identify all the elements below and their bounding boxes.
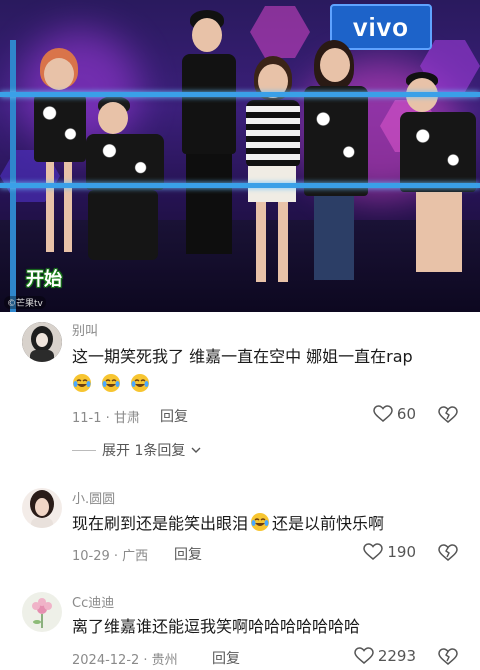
comment-item: Cc迪迪 离了维嘉谁还能逗我笑啊哈哈哈哈哈哈哈 2024-12-2 · 贵州 回… (0, 588, 480, 669)
avatar-flower-icon (22, 592, 62, 632)
like-count: 190 (387, 543, 416, 561)
like-button[interactable]: 60 (373, 405, 416, 423)
comment-date-location: 11-1 · 甘肃 (72, 411, 140, 426)
performer (396, 72, 480, 288)
avatar[interactable] (22, 488, 62, 528)
broken-heart-icon (438, 406, 458, 423)
like-button[interactable]: 190 (363, 543, 416, 561)
comment-username[interactable]: 小.圆圆 (72, 488, 115, 507)
performer (176, 10, 240, 260)
divider-line (72, 449, 96, 451)
ring-rope (0, 183, 480, 188)
comment-item: 小.圆圆 现在刷到还是能笑出眼泪 还是以前快乐啊 10-29 · 广西 回复 19… (0, 484, 480, 580)
comment-username[interactable]: Cc迪迪 (72, 592, 114, 611)
chevron-down-icon (191, 447, 201, 453)
like-button[interactable]: 2293 (354, 647, 416, 665)
laugh-cry-emoji-icon (131, 374, 150, 392)
avatar-portrait-icon (22, 488, 62, 528)
reply-button[interactable]: 回复 (160, 406, 188, 426)
ring-rope (0, 92, 480, 97)
heart-icon (354, 647, 374, 664)
like-count: 60 (396, 405, 416, 423)
like-count: 2293 (377, 647, 416, 665)
broken-heart-icon (438, 544, 458, 561)
comment-date-location: 2024-12-2 · 贵州 (72, 653, 178, 668)
comment-text: 离了维嘉谁还能逗我笑啊哈哈哈哈哈哈哈 (72, 617, 361, 636)
video-frame[interactable]: vivo 开始 ©芒果tv (0, 0, 480, 312)
heart-icon (373, 405, 393, 422)
video-caption: 开始 (26, 269, 62, 290)
expand-replies-label: 展开 1条回复 (102, 443, 186, 459)
dislike-button[interactable] (438, 544, 458, 566)
dislike-button[interactable] (438, 648, 458, 670)
reply-button[interactable]: 回复 (174, 544, 202, 564)
emoji-line (72, 373, 154, 394)
expand-replies-button[interactable]: 展开 1条回复 (72, 440, 201, 460)
comment-text: 这一期笑死我了 维嘉一直在空中 娜姐一直在rap (72, 347, 413, 366)
dislike-button[interactable] (438, 406, 458, 428)
broken-heart-icon (438, 648, 458, 665)
reply-button[interactable]: 回复 (212, 648, 240, 668)
comment-item: 别叫 这一期笑死我了 维嘉一直在空中 娜姐一直在rap 11-1 · 甘肃 回复… (0, 316, 480, 466)
heart-icon (363, 543, 384, 560)
video-watermark: ©芒果tv (4, 296, 46, 309)
laugh-cry-emoji-icon (102, 374, 121, 392)
comment-username[interactable]: 别叫 (72, 320, 98, 339)
avatar[interactable] (22, 322, 62, 362)
comment-text-part: 还是以前快乐啊 (272, 514, 385, 533)
laugh-cry-emoji-icon (73, 374, 91, 392)
comment-text: 现在刷到还是能笑出眼泪 还是以前快乐啊 (72, 512, 462, 535)
comment-date-location: 10-29 · 广西 (72, 549, 149, 564)
ring-post (10, 40, 16, 312)
avatar[interactable] (22, 592, 62, 632)
avatar-figure-icon (22, 322, 62, 362)
performer (300, 40, 372, 286)
laugh-cry-emoji-icon (251, 513, 270, 531)
comment-text-part: 现在刷到还是能笑出眼泪 (72, 514, 249, 533)
